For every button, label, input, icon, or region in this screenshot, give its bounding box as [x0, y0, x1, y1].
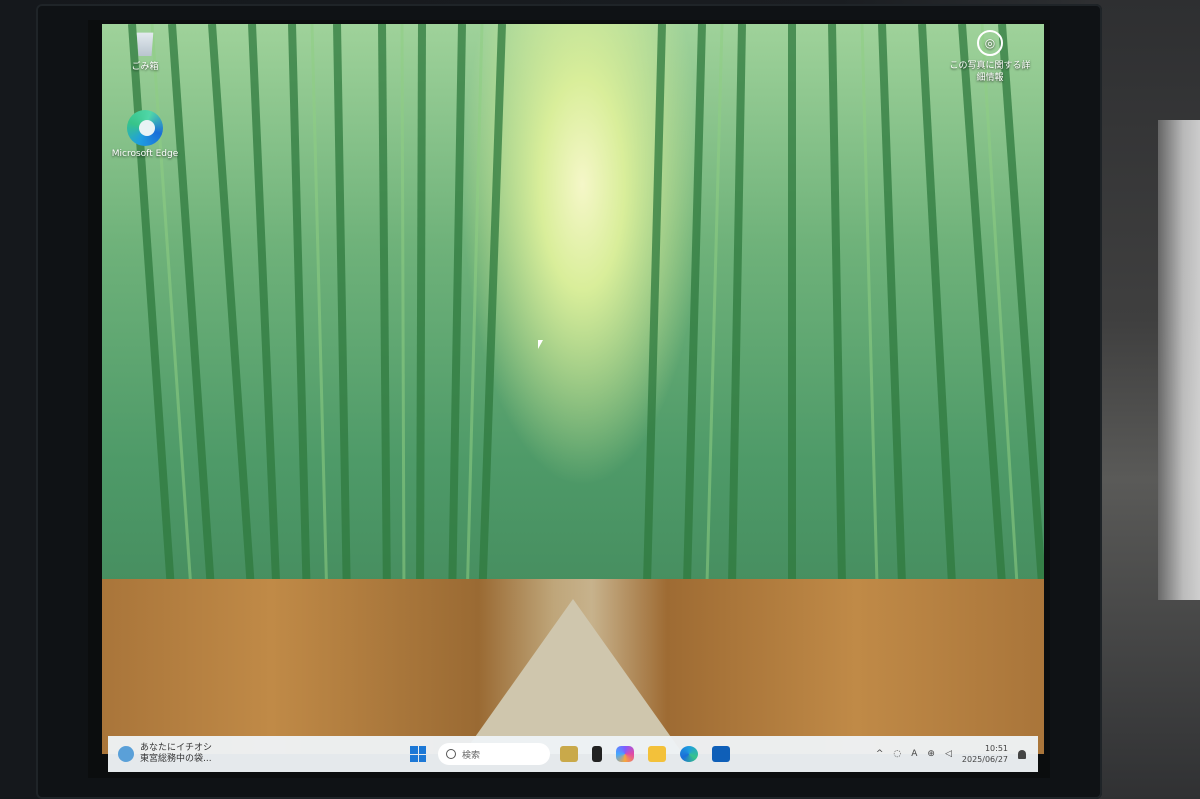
system-tray: ^ ◌ A ⊕ ◁ 10:51 2025/06/27 [876, 743, 1038, 765]
volume-icon[interactable]: ◁ [945, 749, 952, 759]
file-explorer-icon[interactable] [648, 746, 666, 762]
news-line1: あなたにイチオシ [140, 743, 213, 753]
learn-about-picture[interactable]: ◎ この写真に関する詳 細情報 [942, 30, 1038, 84]
show-hidden-icons-chevron-icon[interactable]: ^ [876, 749, 884, 759]
pinned-apps [560, 746, 730, 762]
ime-indicator[interactable]: A [911, 749, 917, 759]
weather-icon [118, 746, 134, 762]
monitor-screen: ごみ箱 Microsoft Edge ◎ この写真に関する詳 細情報 あなたにイ… [88, 20, 1050, 778]
news-line2: 東宮総務中の袋... [140, 754, 212, 764]
task-view-icon[interactable] [592, 746, 602, 762]
taskbar: あなたにイチオシ 東宮総務中の袋... 検索 ^ ◌ A ⊕ ◁ 10:51 2… [108, 736, 1038, 772]
clock[interactable]: 10:51 2025/06/27 [962, 743, 1008, 765]
globe-icon[interactable]: ⊕ [927, 749, 935, 759]
info-line2: 細情報 [976, 73, 1004, 83]
stone-path [463, 599, 683, 754]
clock-time: 10:51 [984, 744, 1008, 753]
fox-app-icon[interactable] [560, 746, 578, 762]
recycle-bin-label: ごみ箱 [131, 62, 159, 72]
camera-info-icon: ◎ [977, 30, 1003, 56]
search-input[interactable]: 検索 [438, 743, 550, 765]
start-button[interactable] [410, 746, 426, 762]
monitor-bezel: ごみ箱 Microsoft Edge ◎ この写真に関する詳 細情報 あなたにイ… [36, 4, 1102, 799]
recycle-bin-icon [136, 32, 154, 56]
edge-desktop-icon[interactable]: Microsoft Edge [110, 110, 180, 159]
edge-label: Microsoft Edge [111, 149, 179, 159]
clock-date: 2025/06/27 [961, 755, 1008, 764]
widgets-news[interactable]: あなたにイチオシ 東宮総務中の袋... [108, 743, 388, 765]
search-icon [446, 749, 456, 759]
edge-icon [127, 110, 163, 146]
edge-taskbar-icon[interactable] [680, 746, 698, 762]
background-light [1158, 120, 1200, 600]
notification-bell-icon[interactable] [1018, 749, 1026, 759]
desktop-wallpaper: ごみ箱 Microsoft Edge ◎ この写真に関する詳 細情報 [102, 24, 1044, 754]
info-line1: この写真に関する詳 [949, 61, 1031, 71]
copilot-icon[interactable] [616, 746, 634, 762]
network-icon[interactable]: ◌ [893, 749, 901, 759]
search-placeholder: 検索 [462, 750, 481, 761]
mouse-cursor-icon [538, 340, 543, 349]
recycle-bin-desktop-icon[interactable]: ごみ箱 [110, 30, 180, 72]
outlook-icon[interactable] [712, 746, 730, 762]
